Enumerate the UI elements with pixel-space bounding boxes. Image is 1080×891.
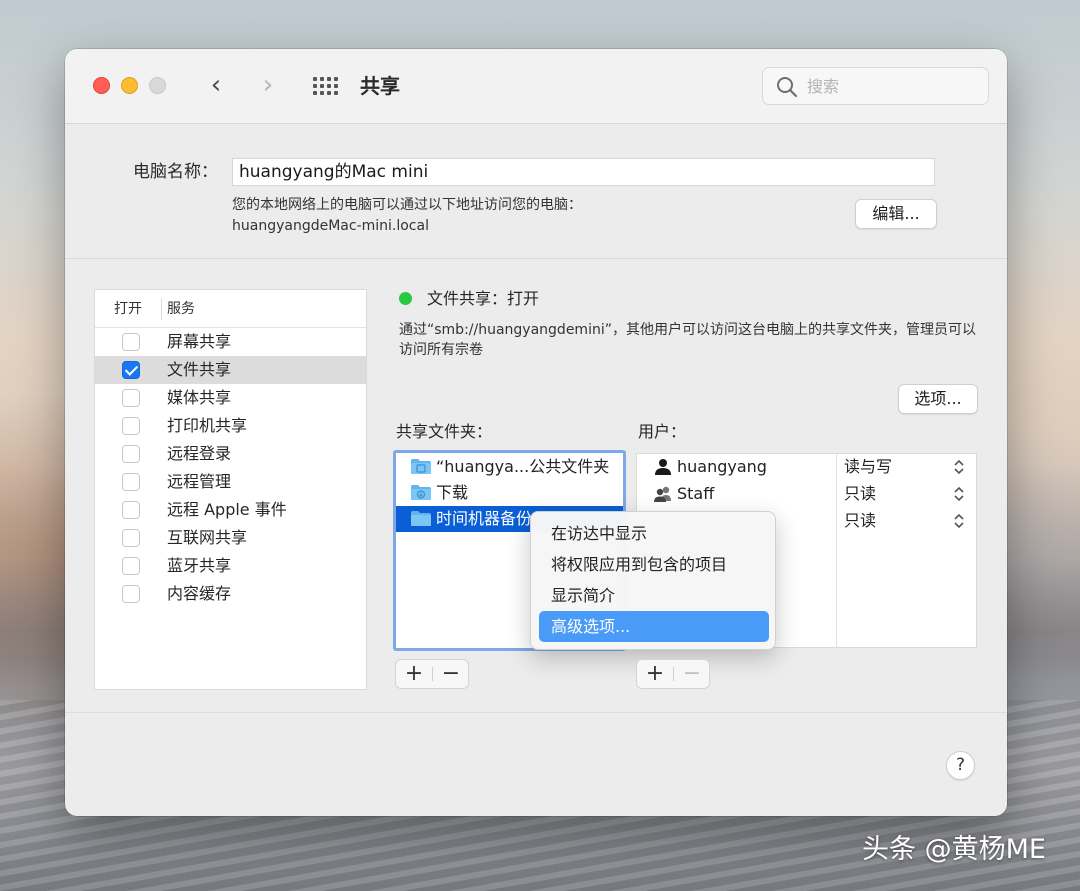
- service-label: 蓝牙共享: [167, 556, 232, 575]
- header-on: 打开: [114, 301, 142, 317]
- service-checkbox[interactable]: [122, 557, 140, 575]
- service-row-media-sharing[interactable]: 媒体共享: [95, 384, 366, 412]
- group-icon: [654, 486, 671, 502]
- computer-name-section: 电脑名称： huangyang的Mac mini 您的本地网络上的电脑可以通过以…: [65, 124, 1007, 259]
- permission-label[interactable]: 读与写: [844, 456, 892, 478]
- public-folder-icon: [411, 459, 431, 474]
- edit-button[interactable]: 编辑...: [855, 199, 937, 229]
- service-checkbox[interactable]: [122, 473, 140, 491]
- titlebar: ‹ › 共享 搜索: [65, 49, 1007, 124]
- service-label: 打印机共享: [167, 416, 248, 435]
- menu-item-show-in-finder[interactable]: 在访达中显示: [539, 518, 769, 549]
- footer-divider: [65, 712, 1007, 713]
- sharing-description: 通过“smb://huangyangdemini”，其他用户可以访问这台电脑上的…: [399, 322, 976, 358]
- zoom-window-button[interactable]: [149, 77, 166, 94]
- service-checkbox-checked[interactable]: [122, 361, 140, 379]
- service-label: 互联网共享: [167, 528, 248, 547]
- header-divider: [161, 298, 162, 320]
- remove-user-button[interactable]: −: [674, 660, 710, 688]
- folders-add-remove-control: + −: [395, 659, 469, 689]
- shared-folders-label: 共享文件夹：: [396, 422, 493, 441]
- help-button[interactable]: ?: [946, 751, 975, 780]
- forward-chevron-icon[interactable]: ›: [257, 71, 279, 99]
- users-label: 用户：: [638, 422, 687, 441]
- service-label: 内容缓存: [167, 584, 232, 603]
- status-indicator-dot: [399, 292, 412, 305]
- permission-stepper-icon[interactable]: [952, 458, 966, 476]
- service-label: 媒体共享: [167, 388, 232, 407]
- service-checkbox[interactable]: [122, 445, 140, 463]
- service-row-screen-sharing[interactable]: 屏幕共享: [95, 328, 366, 356]
- search-field[interactable]: 搜索: [762, 67, 989, 105]
- show-all-grid-icon[interactable]: [313, 77, 339, 95]
- folder-label: 下载: [436, 483, 469, 502]
- service-checkbox[interactable]: [122, 333, 140, 351]
- service-checkbox[interactable]: [122, 501, 140, 519]
- computer-name-label: 电脑名称：: [133, 162, 218, 182]
- minimize-window-button[interactable]: [121, 77, 138, 94]
- computer-name-field[interactable]: huangyang的Mac mini: [232, 158, 935, 186]
- users-add-remove-control: + −: [636, 659, 710, 689]
- menu-item-advanced-options[interactable]: 高级选项...: [539, 611, 769, 642]
- service-row-remote-apple-events[interactable]: 远程 Apple 事件: [95, 496, 366, 524]
- service-label: 屏幕共享: [167, 332, 232, 351]
- add-folder-button[interactable]: +: [396, 660, 432, 688]
- context-menu: 在访达中显示 将权限应用到包含的项目 显示简介 高级选项...: [530, 511, 776, 650]
- service-row-file-sharing[interactable]: 文件共享: [95, 356, 366, 384]
- service-label: 文件共享: [167, 360, 232, 379]
- service-row-bluetooth-sharing[interactable]: 蓝牙共享: [95, 552, 366, 580]
- service-label: 远程管理: [167, 472, 232, 491]
- permission-stepper-icon[interactable]: [952, 512, 966, 530]
- downloads-folder-icon: [411, 485, 431, 500]
- sharing-preferences-window: ‹ › 共享 搜索 电脑名称： huangyang的Mac mini 您的本地网…: [65, 49, 1007, 816]
- service-row-printer-sharing[interactable]: 打印机共享: [95, 412, 366, 440]
- service-checkbox[interactable]: [122, 389, 140, 407]
- service-row-internet-sharing[interactable]: 互联网共享: [95, 524, 366, 552]
- remove-folder-button[interactable]: −: [433, 660, 469, 688]
- permission-label[interactable]: 只读: [844, 510, 876, 532]
- user-name: huangyang: [677, 457, 767, 476]
- menu-item-get-info[interactable]: 显示简介: [539, 580, 769, 611]
- access-description: 您的本地网络上的电脑可以通过以下地址访问您的电脑：: [232, 197, 582, 213]
- service-row-remote-management[interactable]: 远程管理: [95, 468, 366, 496]
- service-checkbox[interactable]: [122, 417, 140, 435]
- folder-row-downloads[interactable]: 下载: [396, 480, 623, 506]
- service-checkbox[interactable]: [122, 529, 140, 547]
- user-row-staff[interactable]: Staff 只读: [637, 481, 976, 508]
- service-label: 远程 Apple 事件: [167, 500, 287, 519]
- folder-icon: [411, 511, 431, 526]
- watermark: 头条 @黄杨ME: [862, 834, 1046, 865]
- user-row-huangyang[interactable]: huangyang 读与写: [637, 454, 976, 481]
- close-window-button[interactable]: [93, 77, 110, 94]
- menu-item-apply-permissions[interactable]: 将权限应用到包含的项目: [539, 549, 769, 580]
- status-text: 文件共享：打开: [427, 289, 540, 308]
- local-address: huangyangdeMac-mini.local: [232, 218, 429, 234]
- services-list: 打开 服务 屏幕共享 文件共享 媒体共享 打印机共享 远程登录 远程管理 远程 …: [94, 289, 367, 690]
- service-label: 远程登录: [167, 444, 232, 463]
- back-chevron-icon[interactable]: ‹: [205, 71, 227, 99]
- folder-row-public[interactable]: “huangya...公共文件夹: [396, 454, 623, 480]
- window-title: 共享: [360, 74, 400, 98]
- search-icon: [777, 77, 798, 98]
- permission-stepper-icon[interactable]: [952, 485, 966, 503]
- folder-label: “huangya...公共文件夹: [436, 457, 610, 476]
- options-button[interactable]: 选项...: [898, 384, 978, 414]
- add-user-button[interactable]: +: [637, 660, 673, 688]
- header-service: 服务: [167, 301, 195, 317]
- services-header: 打开 服务: [95, 290, 366, 328]
- permission-label[interactable]: 只读: [844, 483, 876, 505]
- service-row-content-caching[interactable]: 内容缓存: [95, 580, 366, 608]
- service-row-remote-login[interactable]: 远程登录: [95, 440, 366, 468]
- user-name: Staff: [677, 484, 715, 503]
- user-icon: [655, 459, 671, 475]
- service-checkbox[interactable]: [122, 585, 140, 603]
- search-placeholder: 搜索: [807, 77, 840, 96]
